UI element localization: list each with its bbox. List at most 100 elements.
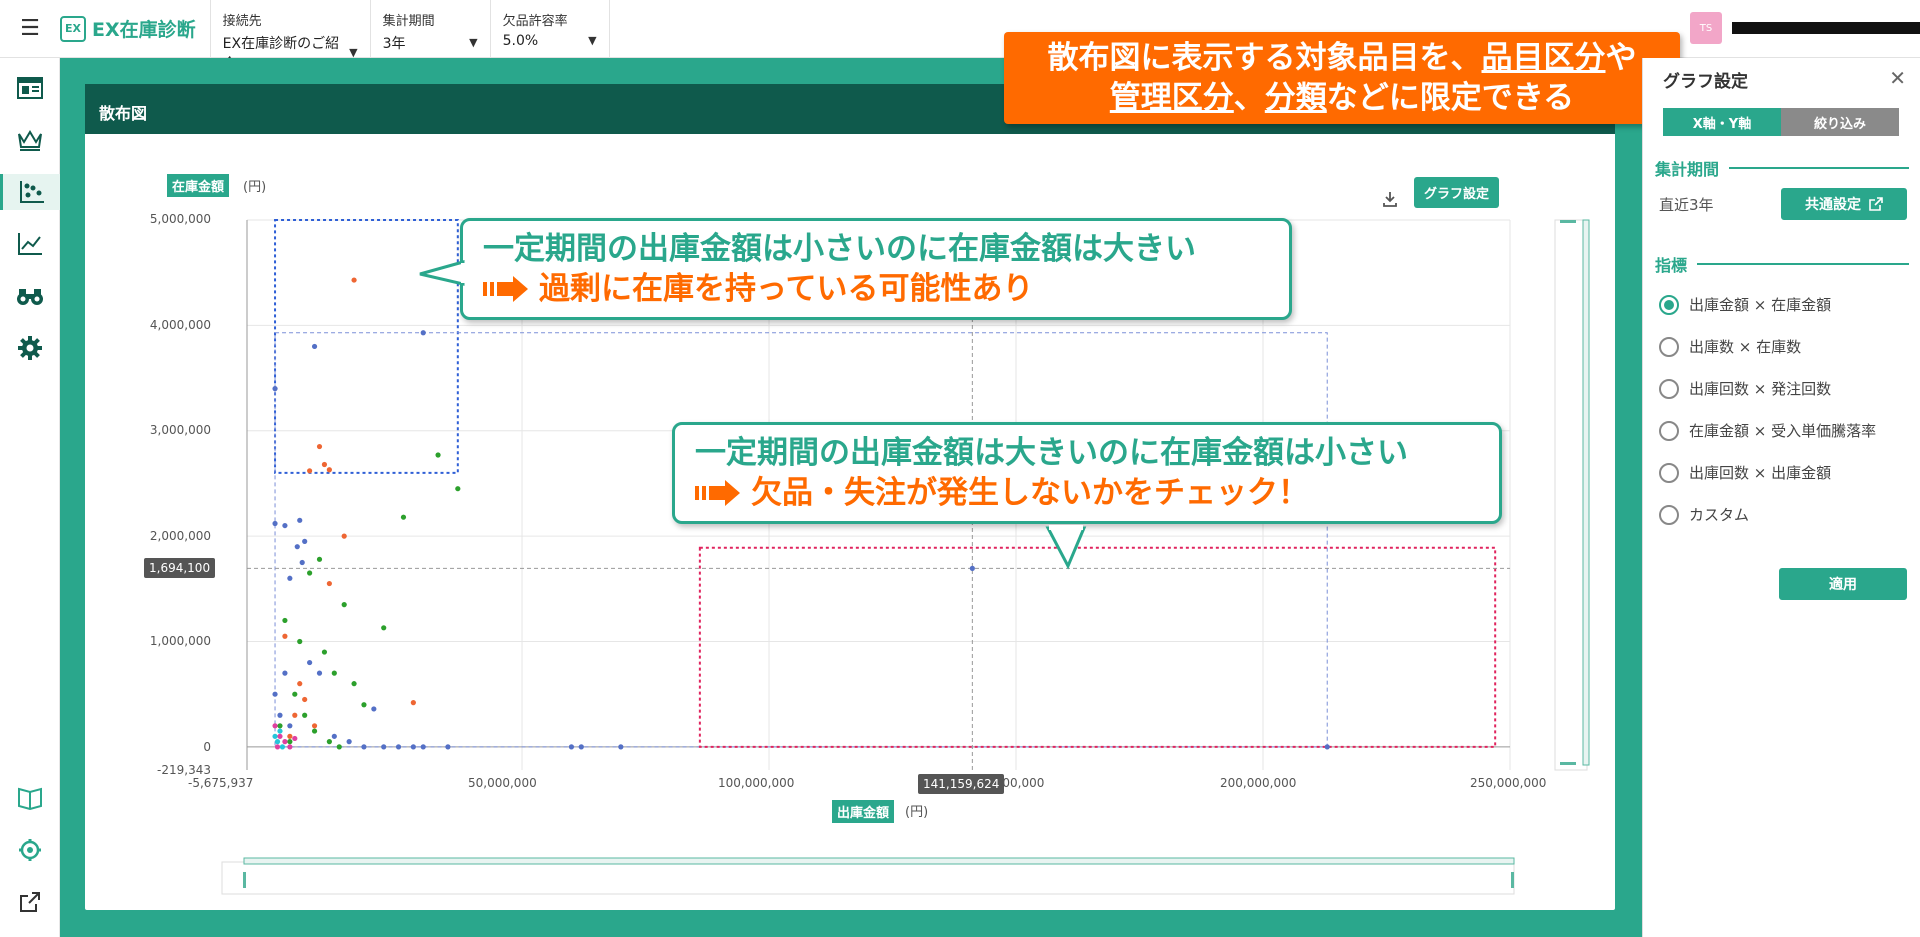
apply-button[interactable]: 適用: [1779, 568, 1907, 600]
close-icon[interactable]: ✕: [1889, 66, 1906, 90]
metric-label: 出庫数 × 在庫数: [1689, 338, 1802, 356]
graph-settings-button[interactable]: グラフ設定: [1414, 177, 1500, 208]
data-point: [351, 277, 357, 283]
x-tick-label: -5,675,937: [188, 776, 254, 790]
y-zoom-handle: [1560, 762, 1576, 765]
data-point: [292, 691, 298, 697]
callout-underlined-text: 管理区分: [1109, 80, 1234, 116]
y-tick-label: -219,343: [157, 763, 211, 777]
radio-checked-icon: [1659, 294, 1679, 315]
arrow-right-icon: [483, 276, 529, 302]
data-point: [316, 556, 323, 562]
data-point: [287, 744, 293, 750]
y-tick-label: 1,000,000: [149, 634, 211, 648]
data-point: [272, 691, 278, 697]
stockout-callout: 一定期間の出庫金額は大きいのに在庫金額は小さい 欠品・失注が発生しないかをチェッ…: [672, 422, 1502, 524]
data-point: [287, 739, 293, 745]
period-value: 直近3年: [1659, 196, 1714, 214]
radio-icon: [1659, 336, 1679, 357]
metric-radio[interactable]: 出庫金額 × 在庫金額: [1659, 294, 1831, 315]
zoom-region-box: [274, 332, 1328, 748]
download-icon[interactable]: [1381, 190, 1399, 208]
crosshair-x-label: 141,159,624: [918, 774, 1005, 794]
stockout-region-box: [698, 546, 1497, 748]
data-point: [321, 649, 328, 655]
section-title: 集計期間: [1655, 160, 1720, 179]
data-point: [326, 739, 332, 745]
data-point: [326, 580, 332, 587]
data-point: [302, 538, 308, 545]
data-point: [297, 517, 303, 523]
x-axis-unit: (円): [905, 805, 929, 820]
tab-filter[interactable]: 絞り込み: [1781, 108, 1899, 136]
metric-label: カスタム: [1689, 506, 1750, 524]
graph-settings-panel: グラフ設定 ✕ X軸・Y軸 絞り込み 集計期間 直近3年 共通設定 指標 出庫金…: [1642, 58, 1920, 937]
y-tick-label: 5,000,000: [149, 212, 211, 226]
data-point: [302, 696, 308, 703]
common-settings-button[interactable]: 共通設定: [1781, 188, 1907, 220]
callout-text: や: [1605, 40, 1637, 76]
x-tick-label: 50,000,000: [468, 776, 537, 790]
data-point: [282, 739, 288, 745]
callout-line: 過剰に在庫を持っている可能性あり: [539, 271, 1034, 307]
section-title: 指標: [1655, 256, 1688, 275]
data-point: [341, 602, 347, 608]
data-point: [346, 739, 352, 745]
data-point: [297, 681, 303, 687]
data-point: [292, 735, 298, 742]
y-tick-label: 3,000,000: [149, 423, 211, 437]
data-point: [287, 575, 293, 581]
callout-text: 、: [1233, 80, 1265, 116]
x-axis-label: 出庫金額: [832, 800, 895, 823]
y-tick-label: 0: [203, 740, 211, 754]
data-point: [316, 443, 323, 450]
data-point: [420, 330, 426, 336]
data-point: [307, 659, 313, 666]
filter-tip-callout: 散布図に表示する対象品目を、品目区分や 管理区分、分類などに限定できる: [1004, 32, 1680, 124]
metric-label: 出庫回数 × 発注回数: [1689, 380, 1832, 398]
x-tick-label: 200,000,000: [1220, 776, 1297, 790]
metric-label: 出庫金額 × 在庫金額: [1689, 296, 1832, 314]
tab-xy-axis[interactable]: X軸・Y軸: [1663, 108, 1781, 136]
data-point: [351, 681, 357, 687]
data-point: [277, 733, 283, 739]
data-point: [435, 452, 441, 458]
data-point: [1324, 744, 1330, 750]
data-point: [331, 733, 337, 739]
data-point: [341, 533, 347, 539]
metric-label: 出庫回数 × 出庫金額: [1689, 464, 1832, 482]
data-point: [381, 744, 387, 750]
data-point: [277, 728, 283, 734]
external-link-icon: [1869, 197, 1883, 211]
data-point: [307, 468, 313, 474]
metric-radio[interactable]: 出庫回数 × 出庫金額: [1659, 462, 1831, 483]
radio-icon: [1659, 378, 1679, 399]
radio-icon: [1659, 462, 1679, 483]
y-tick-label: 4,000,000: [149, 318, 211, 332]
y-axis-unit: (円): [243, 180, 267, 195]
data-point: [618, 744, 624, 750]
metric-radio[interactable]: 在庫金額 × 受入単価騰落率: [1659, 420, 1876, 441]
data-point: [331, 670, 337, 676]
x-tick-label: 250,000,000: [1470, 776, 1547, 790]
callout-underlined-text: 品目区分: [1481, 40, 1606, 76]
metric-label: 在庫金額 × 受入単価騰落率: [1689, 422, 1877, 440]
x-zoom-handle: [243, 872, 246, 888]
callout-text: などに限定できる: [1326, 80, 1575, 116]
data-point: [568, 744, 575, 750]
data-point: [274, 739, 281, 745]
x-tick-label: 100,000,000: [718, 776, 795, 790]
data-point: [969, 565, 975, 571]
common-settings-label: 共通設定: [1805, 197, 1861, 213]
metric-radio[interactable]: 出庫回数 × 発注回数: [1659, 378, 1831, 399]
data-point: [294, 544, 300, 550]
y-zoom-track: [1554, 219, 1588, 771]
data-point: [395, 744, 402, 750]
crosshair-y-label: 1,694,100: [144, 558, 216, 578]
data-point: [311, 343, 318, 350]
data-point: [282, 670, 288, 676]
data-point: [277, 723, 283, 729]
metric-radio[interactable]: 出庫数 × 在庫数: [1659, 336, 1801, 357]
data-point: [282, 617, 288, 624]
metric-radio[interactable]: カスタム: [1659, 504, 1749, 525]
